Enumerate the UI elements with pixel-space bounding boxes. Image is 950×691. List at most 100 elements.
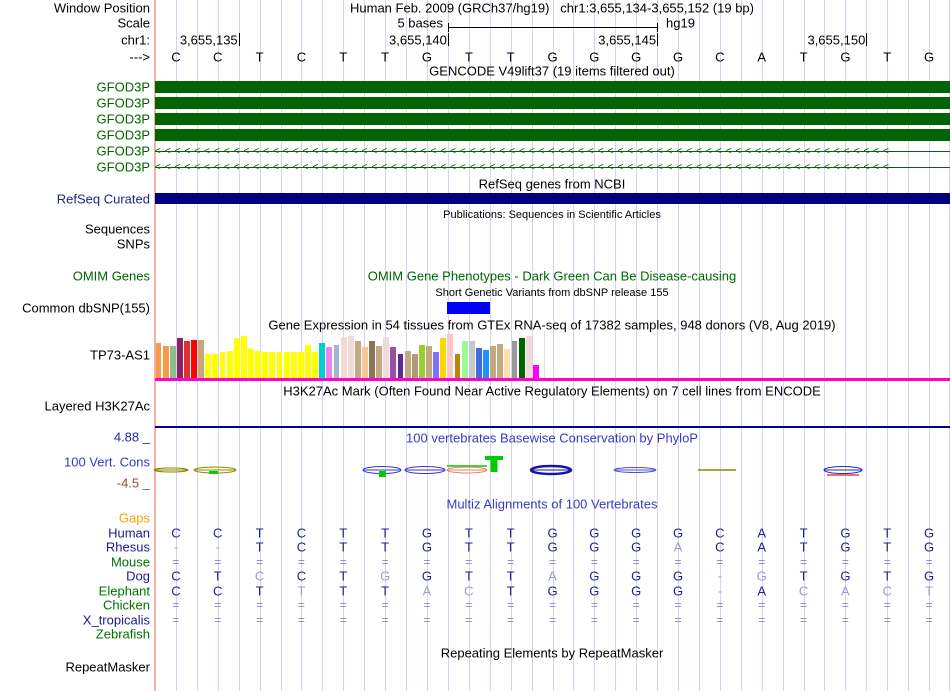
alignment-cell-elephant[interactable]: C (883, 584, 892, 599)
alignment-cell-mouse[interactable]: = (340, 555, 347, 569)
gtex-tissue-bar[interactable] (183, 341, 190, 378)
alignment-cell-mouse[interactable]: = (800, 555, 807, 569)
gtex-tissue-bar[interactable] (468, 341, 475, 378)
alignment-cell-x-tropicalis[interactable]: = (298, 613, 305, 627)
refseq-curated-bar[interactable] (155, 193, 950, 204)
alignment-cell-x-tropicalis[interactable]: = (591, 613, 598, 627)
alignment-cell-dog[interactable]: T (507, 569, 515, 584)
track-label-gfod3p[interactable]: GFOD3P (97, 160, 150, 175)
alignment-cell-x-tropicalis[interactable]: = (423, 613, 430, 627)
gtex-tissue-bar[interactable] (532, 364, 539, 378)
alignment-cell-mouse[interactable]: = (716, 555, 723, 569)
conservation-glyph-blue-green[interactable] (362, 466, 402, 478)
alignment-cell-chicken[interactable]: = (340, 598, 347, 612)
alignment-cell-dog[interactable]: C (171, 569, 180, 584)
alignment-cell-x-tropicalis[interactable]: = (214, 613, 221, 627)
gtex-tissue-bar[interactable] (326, 347, 333, 378)
gtex-tissue-bar[interactable] (426, 346, 432, 378)
alignment-cell-human[interactable]: T (883, 526, 891, 541)
gencode-transcript-bar[interactable] (155, 97, 950, 109)
alignment-cell-dog[interactable]: A (548, 569, 557, 584)
alignment-cell-dog[interactable]: T (883, 569, 891, 584)
alignment-cell-chicken[interactable]: = (758, 598, 765, 612)
alignment-cell-elephant[interactable]: G (673, 584, 683, 599)
track-label-gfod3p[interactable]: GFOD3P (97, 128, 150, 143)
alignment-cell-chicken[interactable]: = (423, 598, 430, 612)
alignment-cell-mouse[interactable]: = (298, 555, 305, 569)
alignment-cell-mouse[interactable]: = (758, 555, 765, 569)
track-label-tp73-as1[interactable]: TP73-AS1 (90, 348, 150, 363)
alignment-cell-human[interactable]: C (715, 526, 724, 541)
conservation-glyph-green-tower[interactable] (485, 456, 503, 472)
alignment-cell-elephant[interactable]: T (256, 584, 264, 599)
gtex-tissue-bar[interactable] (283, 351, 290, 378)
alignment-cell-x-tropicalis[interactable]: = (382, 613, 389, 627)
track-label-chicken[interactable]: Chicken (103, 598, 150, 613)
gtex-tissue-bar[interactable] (383, 337, 390, 378)
alignment-cell-chicken[interactable]: = (675, 598, 682, 612)
gtex-tissue-bar[interactable] (361, 347, 368, 378)
alignment-cell-elephant[interactable]: T (381, 584, 389, 599)
alignment-cell-dog[interactable]: G (673, 569, 683, 584)
alignment-cell-rhesus[interactable]: G (547, 540, 557, 555)
alignment-cell-mouse[interactable]: = (842, 555, 849, 569)
alignment-cell-dog[interactable]: G (840, 569, 850, 584)
gtex-tissue-bar[interactable] (483, 349, 489, 378)
alignment-cell-elephant[interactable]: T (507, 584, 515, 599)
alignment-cell-chicken[interactable]: = (507, 598, 514, 612)
gtex-tissue-bar[interactable] (490, 346, 497, 378)
alignment-cell-x-tropicalis[interactable]: = (716, 613, 723, 627)
gtex-tissue-bar[interactable] (205, 354, 212, 378)
alignment-cell-dog[interactable]: - (718, 569, 722, 584)
alignment-cell-chicken[interactable]: = (842, 598, 849, 612)
track-label-repeatmasker[interactable]: RepeatMasker (65, 660, 150, 675)
alignment-cell-x-tropicalis[interactable]: = (800, 613, 807, 627)
gtex-tissue-bar[interactable] (155, 342, 162, 378)
alignment-cell-chicken[interactable]: = (633, 598, 640, 612)
gtex-tissue-bar[interactable] (162, 345, 169, 378)
alignment-cell-mouse[interactable]: = (591, 555, 598, 569)
alignment-cell-chicken[interactable]: = (214, 598, 221, 612)
gtex-tissue-bar[interactable] (440, 337, 447, 378)
alignment-cell-chicken[interactable]: = (256, 598, 263, 612)
gtex-tissue-bar[interactable] (312, 351, 319, 378)
gtex-tissue-bar[interactable] (226, 350, 233, 378)
track-label-omim-genes[interactable]: OMIM Genes (73, 269, 150, 284)
dbsnp-variant-bar[interactable] (447, 302, 490, 314)
alignment-cell-mouse[interactable]: = (423, 555, 430, 569)
gtex-tissue-bar[interactable] (475, 348, 482, 378)
alignment-cell-human[interactable]: T (381, 526, 389, 541)
gtex-tissue-bar[interactable] (333, 345, 340, 378)
gtex-tissue-bar[interactable] (262, 351, 269, 378)
gtex-tissue-bar[interactable] (176, 338, 183, 378)
alignment-cell-rhesus[interactable]: C (715, 540, 724, 555)
alignment-cell-x-tropicalis[interactable]: = (633, 613, 640, 627)
gtex-tissue-bar[interactable] (255, 350, 262, 378)
gtex-tissue-bar[interactable] (397, 353, 404, 378)
alignment-cell-human[interactable]: C (297, 526, 306, 541)
alignment-cell-human[interactable]: T (800, 526, 808, 541)
alignment-cell-rhesus[interactable]: G (589, 540, 599, 555)
track-label-gaps[interactable]: Gaps (119, 511, 150, 526)
alignment-cell-rhesus[interactable]: C (297, 540, 306, 555)
gtex-tissue-bar[interactable] (240, 336, 247, 378)
gtex-tissue-bar[interactable] (369, 341, 375, 378)
alignment-cell-chicken[interactable]: = (382, 598, 389, 612)
alignment-cell-dog[interactable]: G (589, 569, 599, 584)
alignment-cell-human[interactable]: T (507, 526, 515, 541)
gtex-tissue-bar[interactable] (191, 340, 197, 378)
alignment-cell-dog[interactable]: C (255, 569, 264, 584)
gtex-tissue-bar[interactable] (376, 346, 383, 378)
alignment-cell-dog[interactable]: G (422, 569, 432, 584)
alignment-cell-rhesus[interactable]: T (800, 540, 808, 555)
alignment-cell-elephant[interactable]: C (213, 584, 222, 599)
gtex-tissue-bar[interactable] (497, 343, 504, 378)
alignment-cell-rhesus[interactable]: - (216, 540, 220, 555)
alignment-cell-mouse[interactable]: = (465, 555, 472, 569)
conservation-glyph-blue[interactable] (404, 466, 446, 474)
alignment-cell-human[interactable]: T (256, 526, 264, 541)
alignment-cell-dog[interactable]: C (297, 569, 306, 584)
alignment-cell-human[interactable]: G (840, 526, 850, 541)
alignment-cell-x-tropicalis[interactable]: = (172, 613, 179, 627)
track-label-rhesus[interactable]: Rhesus (106, 540, 150, 555)
